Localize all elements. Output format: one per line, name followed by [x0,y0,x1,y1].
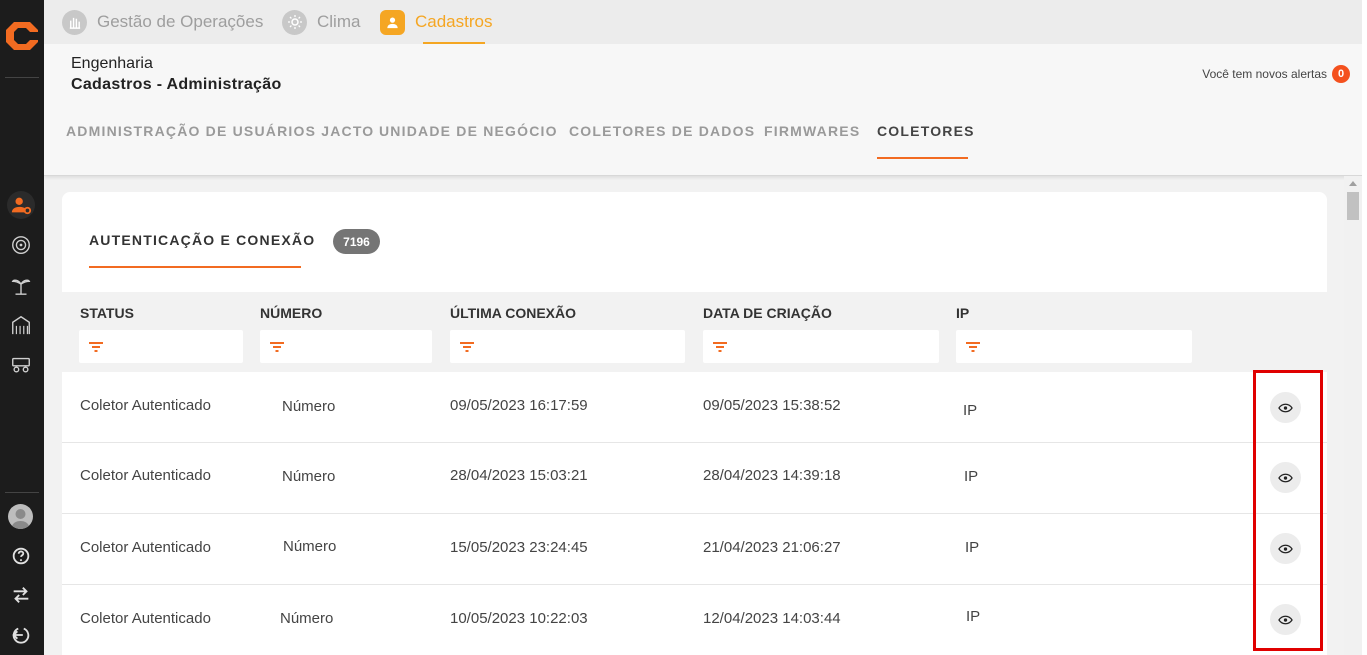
content-card: AUTENTICAÇÃO E CONEXÃO 7196 STATUS NÚMER… [62,192,1327,655]
avatar[interactable] [8,504,33,529]
hand-icon [62,9,87,35]
help-icon[interactable] [7,542,35,570]
sidebar [0,0,44,655]
alerts-text: Você tem novos alertas [1202,67,1327,81]
cell-data-criacao: 28/04/2023 14:39:18 [703,467,841,484]
table-row[interactable]: Coletor Autenticado Número 09/05/2023 16… [62,372,1327,443]
app-tab-clima[interactable]: Clima [282,0,360,44]
filter-icon [713,341,727,352]
scroll-up-arrow-icon[interactable] [1349,181,1357,186]
cell-data-criacao: 12/04/2023 14:03:44 [703,610,841,627]
alerts-count-badge: 0 [1332,65,1350,83]
cell-status: Coletor Autenticado [80,467,211,484]
column-header-numero[interactable]: NÚMERO [260,305,322,321]
tab-administracao-usuarios[interactable]: ADMINISTRAÇÃO DE USUÁRIOS JACTO [66,123,374,139]
cell-data-criacao: 21/04/2023 21:06:27 [703,539,841,556]
jacto-logo[interactable] [4,18,40,54]
filter-input-data-criacao[interactable] [703,330,939,363]
app-tab-cadastros[interactable]: Cadastros [380,0,492,44]
app-tabbar: Gestão de Operações Clima Cadastros [44,0,1367,44]
cell-ip: IP [963,402,978,419]
filter-input-status[interactable] [79,330,243,363]
filter-icon [89,341,103,352]
swap-icon[interactable] [7,581,35,609]
alerts-notice[interactable]: Você tem novos alertas 0 [1202,65,1350,83]
cell-ultima-conexao: 28/04/2023 15:03:21 [450,467,588,484]
cell-numero: Número [280,610,334,627]
cell-status: Coletor Autenticado [80,610,211,627]
user-icon [380,9,405,35]
table-row[interactable]: Coletor Autenticado Número 10/05/2023 10… [62,585,1327,655]
page-header: Engenharia Cadastros - Administração Voc… [44,44,1362,176]
app-tab-label: Cadastros [415,12,493,31]
table-row[interactable]: Coletor Autenticado Número 28/04/2023 15… [62,443,1327,514]
window-edge [1362,0,1367,655]
cell-ip: IP [966,608,981,625]
sidebar-divider [5,77,39,78]
cell-data-criacao: 09/05/2023 15:38:52 [703,397,841,414]
filter-icon [966,341,980,352]
building-icon[interactable] [7,311,35,339]
eye-icon [1278,473,1293,482]
cell-ip: IP [965,539,980,556]
user-settings-icon[interactable] [7,191,35,219]
cell-status: Coletor Autenticado [80,539,211,556]
app-tab-gestao[interactable]: Gestão de Operações [62,0,263,44]
machine-icon[interactable] [7,350,35,378]
view-details-button[interactable] [1270,392,1301,423]
tab-active-indicator [877,157,968,159]
scrollbar-thumb[interactable] [1347,192,1359,220]
column-header-status[interactable]: STATUS [80,305,134,321]
tab-coletores-dados[interactable]: COLETORES DE DADOS [569,123,755,139]
filter-input-numero[interactable] [260,330,432,363]
app-tab-label: Gestão de Operações [97,12,264,31]
cell-status: Coletor Autenticado [80,397,211,414]
filter-input-ultima-conexao[interactable] [450,330,685,363]
table-header: STATUS NÚMERO ÚLTIMA CONEXÃO DATA DE CRI… [62,292,1327,372]
count-badge: 7196 [333,229,380,254]
sun-icon [282,9,307,35]
eye-icon [1278,615,1293,624]
eye-icon [1278,403,1293,412]
tab-unidade-negocio[interactable]: UNIDADE DE NEGÓCIO [379,123,558,139]
cell-ip: IP [964,468,979,485]
breadcrumb-parent: Engenharia [71,55,153,72]
target-gear-icon[interactable] [7,231,35,259]
app-tab-label: Clima [317,12,361,31]
view-details-button[interactable] [1270,604,1301,635]
section-title[interactable]: AUTENTICAÇÃO E CONEXÃO [89,232,315,248]
table-row[interactable]: Coletor Autenticado Número 15/05/2023 23… [62,514,1327,585]
page-title: Cadastros - Administração [71,76,282,93]
sidebar-divider [5,492,39,493]
cell-ultima-conexao: 10/05/2023 10:22:03 [450,610,588,627]
tab-coletores[interactable]: COLETORES [877,123,975,139]
filter-input-ip[interactable] [956,330,1192,363]
cell-ultima-conexao: 15/05/2023 23:24:45 [450,539,588,556]
scrollbar[interactable] [1344,176,1362,655]
filter-icon [270,341,284,352]
column-header-ip[interactable]: IP [956,305,969,321]
logout-icon[interactable] [7,621,35,649]
plant-icon[interactable] [7,271,35,299]
tab-firmwares[interactable]: FIRMWARES [764,123,860,139]
cell-ultima-conexao: 09/05/2023 16:17:59 [450,397,588,414]
column-header-ultima-conexao[interactable]: ÚLTIMA CONEXÃO [450,305,576,321]
view-details-button[interactable] [1270,533,1301,564]
filter-icon [460,341,474,352]
section-tab-indicator [89,266,301,268]
eye-icon [1278,544,1293,553]
cell-numero: Número [282,398,336,415]
cell-numero: Número [283,538,337,555]
column-header-data-criacao[interactable]: DATA DE CRIAÇÃO [703,305,832,321]
cell-numero: Número [282,468,336,485]
view-details-button[interactable] [1270,462,1301,493]
